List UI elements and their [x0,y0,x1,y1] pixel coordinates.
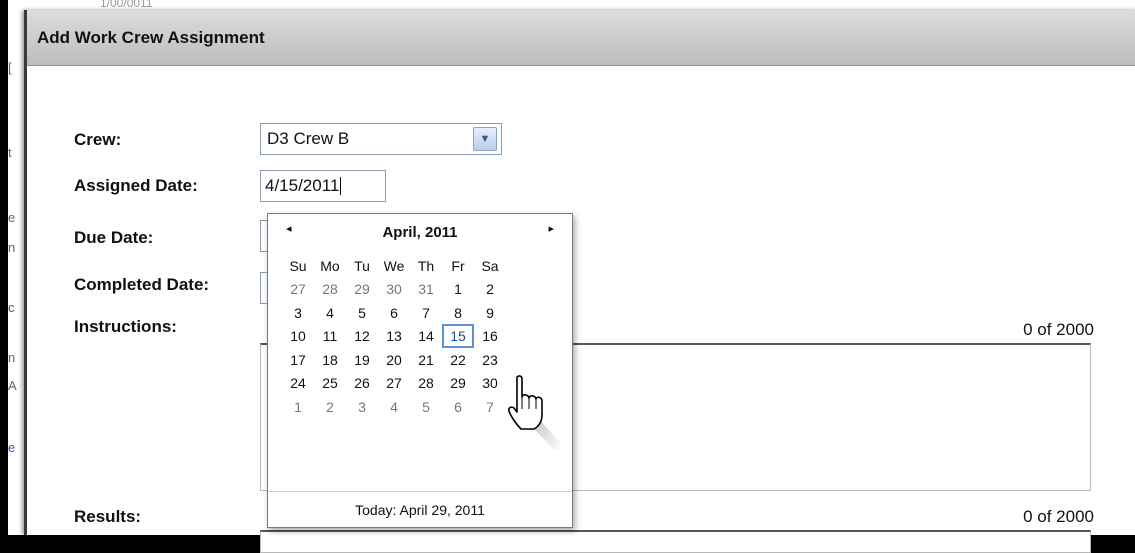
weekday-label: Su [289,257,307,274]
background-date-text: 1/00/0011 [100,0,153,10]
weekday-label: Th [417,257,435,274]
instructions-char-counter: 0 of 2000 [1023,320,1094,339]
dialog-titlebar[interactable]: Add Work Crew Assignment [27,10,1135,66]
bg-link-char[interactable]: e [8,440,15,455]
calendar-day[interactable]: 27 [378,375,410,391]
calendar-day[interactable]: 28 [410,375,442,391]
calendar-day[interactable]: 24 [282,375,314,391]
calendar-day[interactable]: 14 [410,328,442,344]
completed-date-label: Completed Date: [74,275,210,294]
calendar-day-other-month[interactable]: 5 [410,399,442,415]
bg-char: [ [8,60,12,75]
weekday-label: Tu [354,257,370,274]
calendar-day[interactable]: 12 [346,328,378,344]
results-char-counter: 0 of 2000 [1023,507,1094,526]
calendar-day[interactable]: 26 [346,375,378,391]
calendar-day[interactable]: 22 [442,352,474,368]
weekday-label: Sa [481,257,499,274]
calendar-day-other-month[interactable]: 3 [346,399,378,415]
weekday-label: Mo [320,257,340,274]
date-picker-popup: ◂ April, 2011 ▸ Su Mo Tu We Th Fr Sa 27 … [267,213,573,528]
calendar-week-row: 10 11 12 13 14 15 16 [282,324,562,349]
calendar-day[interactable]: 30 [474,375,506,391]
bg-char: t [8,145,12,160]
calendar-day[interactable]: 1 [442,281,474,297]
calendar-day[interactable]: 20 [378,352,410,368]
calendar-day[interactable]: 25 [314,375,346,391]
bg-link-char[interactable]: c [8,300,15,315]
bg-char: n [8,350,16,365]
results-textarea[interactable] [260,530,1091,553]
calendar-day[interactable]: 3 [282,305,314,321]
calendar-today-link[interactable]: Today: April 29, 2011 [268,491,572,527]
calendar-day[interactable]: 6 [378,305,410,321]
calendar-day[interactable]: 13 [378,328,410,344]
calendar-day[interactable]: 19 [346,352,378,368]
calendar-day[interactable]: 9 [474,305,506,321]
bg-char: n [8,240,16,255]
crew-select[interactable]: D3 Crew B ▼ [260,123,502,155]
calendar-day[interactable]: 5 [346,305,378,321]
calendar-day[interactable]: 23 [474,352,506,368]
assigned-date-value: 4/15/2011 [265,176,340,195]
calendar-day-other-month[interactable]: 4 [378,399,410,415]
instructions-label: Instructions: [74,317,177,336]
weekday-label: Fr [451,257,465,274]
bg-char: A [8,378,17,393]
crew-label: Crew: [74,130,122,149]
bg-char: e [8,210,16,225]
calendar-day[interactable]: 18 [314,352,346,368]
assigned-date-label: Assigned Date: [74,176,198,195]
calendar-day[interactable]: 10 [282,328,314,344]
calendar-day-other-month[interactable]: 29 [346,281,378,297]
prev-month-icon[interactable]: ◂ [286,222,292,235]
calendar-week-row: 3 4 5 6 7 8 9 [282,301,562,325]
calendar-day-other-month[interactable]: 30 [378,281,410,297]
calendar-day-other-month[interactable]: 27 [282,281,314,297]
text-caret [340,177,342,195]
calendar-header: ◂ April, 2011 ▸ [268,214,572,250]
results-label: Results: [74,507,142,526]
calendar-day[interactable]: 16 [474,328,506,344]
calendar-week-row: 17 18 19 20 21 22 23 [282,348,562,372]
calendar-day-other-month[interactable]: 28 [314,281,346,297]
calendar-day[interactable]: 11 [314,328,346,344]
calendar-day-selected[interactable]: 15 [442,324,474,349]
calendar-day[interactable]: 4 [314,305,346,321]
calendar-day-other-month[interactable]: 2 [314,399,346,415]
chevron-down-icon[interactable]: ▼ [473,127,497,151]
weekday-header-row: Su Mo Tu We Th Fr Sa [282,254,562,278]
calendar-day[interactable]: 8 [442,305,474,321]
calendar-day-other-month[interactable]: 1 [282,399,314,415]
hand-pointer-cursor-icon [508,375,562,451]
calendar-day-other-month[interactable]: 6 [442,399,474,415]
calendar-day[interactable]: 2 [474,281,506,297]
assigned-date-input[interactable]: 4/15/2011 [260,170,386,202]
calendar-day-other-month[interactable]: 31 [410,281,442,297]
completed-date-input[interactable] [260,272,267,304]
calendar-month-title[interactable]: April, 2011 [382,224,457,241]
due-date-input[interactable] [260,220,267,252]
due-date-label: Due Date: [74,228,154,247]
next-month-icon[interactable]: ▸ [548,222,554,235]
calendar-day[interactable]: 29 [442,375,474,391]
add-work-crew-dialog: Add Work Crew Assignment Crew: D3 Crew B… [24,10,1135,553]
calendar-day[interactable]: 7 [410,305,442,321]
calendar-week-row: 27 28 29 30 31 1 2 [282,278,562,302]
weekday-label: We [383,257,405,274]
dialog-title: Add Work Crew Assignment [37,27,265,47]
calendar-day[interactable]: 21 [410,352,442,368]
calendar-day-other-month[interactable]: 7 [474,399,506,415]
calendar-day[interactable]: 17 [282,352,314,368]
crew-select-value: D3 Crew B [267,129,350,148]
